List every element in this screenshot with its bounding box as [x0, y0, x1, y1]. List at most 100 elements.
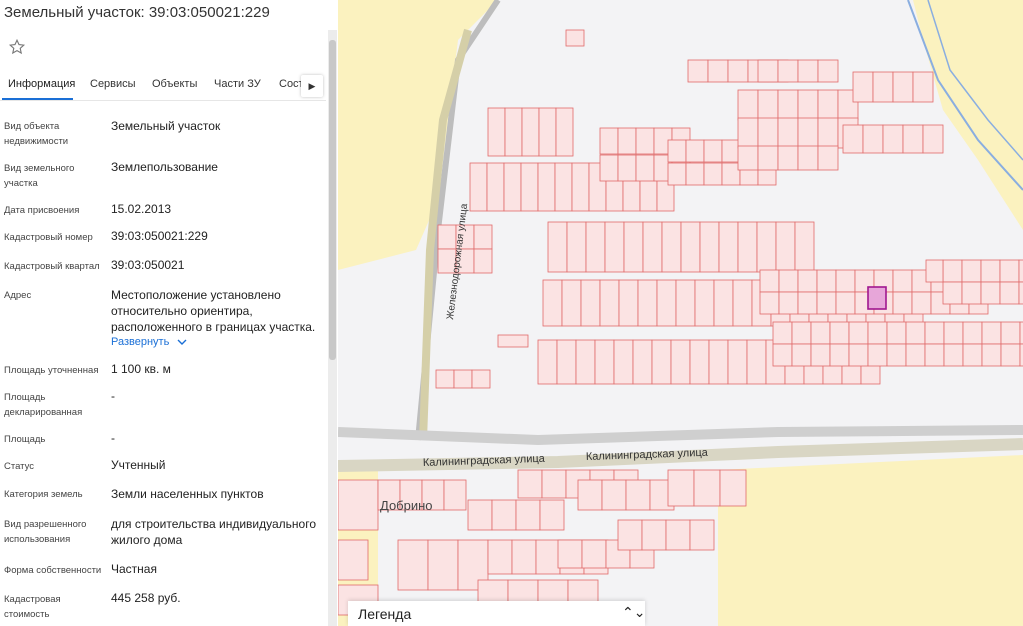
- parcel[interactable]: [487, 539, 513, 575]
- parcel[interactable]: [689, 339, 710, 385]
- parcel[interactable]: [816, 269, 837, 293]
- parcel[interactable]: [912, 71, 934, 103]
- parcel[interactable]: [816, 291, 837, 315]
- parcel[interactable]: [810, 321, 831, 345]
- parcel[interactable]: [675, 279, 696, 327]
- parcel[interactable]: [981, 321, 1002, 345]
- parcel[interactable]: [708, 339, 729, 385]
- parcel[interactable]: [777, 89, 799, 121]
- parcel[interactable]: [539, 499, 565, 531]
- parcel[interactable]: [797, 291, 818, 315]
- parcel[interactable]: [719, 469, 747, 507]
- parcel[interactable]: [892, 269, 913, 293]
- parcel[interactable]: [693, 469, 721, 507]
- parcel[interactable]: [905, 321, 926, 345]
- parcel[interactable]: [797, 269, 818, 293]
- parcel[interactable]: [943, 343, 964, 367]
- tabs-next-arrow-icon[interactable]: ▶: [301, 75, 323, 97]
- parcel[interactable]: [892, 291, 913, 315]
- star-icon[interactable]: [8, 38, 26, 56]
- parcel[interactable]: [571, 162, 590, 212]
- parcel[interactable]: [511, 539, 537, 575]
- parcel[interactable]: [886, 343, 907, 367]
- panel-scrollbar-thumb[interactable]: [329, 40, 336, 360]
- parcel[interactable]: [685, 139, 705, 163]
- parcel[interactable]: [618, 279, 639, 327]
- parcel[interactable]: [999, 281, 1020, 305]
- parcel[interactable]: [520, 162, 539, 212]
- parcel[interactable]: [670, 339, 691, 385]
- parcel[interactable]: [473, 224, 493, 250]
- parcel[interactable]: [797, 145, 819, 171]
- expand-link[interactable]: Развернуть: [111, 336, 187, 348]
- parcel[interactable]: [817, 59, 839, 83]
- parcel[interactable]: [757, 89, 779, 121]
- parcel[interactable]: [924, 321, 945, 345]
- parcel[interactable]: [942, 281, 963, 305]
- parcel[interactable]: [943, 321, 964, 345]
- parcel[interactable]: [791, 343, 812, 367]
- parcel[interactable]: [487, 107, 506, 157]
- parcel[interactable]: [962, 343, 983, 367]
- parcel[interactable]: [703, 139, 723, 163]
- parcel[interactable]: [980, 281, 1001, 305]
- parcel[interactable]: [1000, 321, 1021, 345]
- parcel[interactable]: [892, 71, 914, 103]
- parcel[interactable]: [635, 127, 655, 155]
- parcel[interactable]: [727, 339, 748, 385]
- parcel[interactable]: [797, 89, 819, 121]
- parcel[interactable]: [580, 279, 601, 327]
- parcel[interactable]: [667, 469, 695, 507]
- parcel[interactable]: [905, 343, 926, 367]
- parcel[interactable]: [772, 343, 793, 367]
- parcel[interactable]: [999, 259, 1020, 283]
- parcel[interactable]: [1018, 259, 1023, 283]
- parcel[interactable]: [797, 117, 819, 149]
- parcel[interactable]: [757, 117, 779, 149]
- map-canvas[interactable]: Калининградская улица Калининградская ул…: [338, 0, 1023, 626]
- parcel[interactable]: [581, 539, 607, 569]
- parcel[interactable]: [882, 124, 904, 154]
- parcel[interactable]: [561, 279, 582, 327]
- parcel[interactable]: [665, 519, 691, 551]
- parcel[interactable]: [537, 162, 556, 212]
- parcel[interactable]: [565, 29, 585, 47]
- parcel[interactable]: [625, 479, 651, 511]
- parcel[interactable]: [961, 281, 982, 305]
- parcel[interactable]: [886, 321, 907, 345]
- legend-bar[interactable]: Легенда ⌃⌄: [348, 601, 645, 626]
- parcel[interactable]: [637, 279, 658, 327]
- parcel[interactable]: [491, 499, 517, 531]
- parcel[interactable]: [737, 145, 759, 171]
- parcel[interactable]: [566, 221, 587, 273]
- chevron-updown-icon[interactable]: ⌃⌄: [622, 604, 645, 621]
- parcel[interactable]: [699, 221, 720, 273]
- parcel[interactable]: [777, 145, 799, 171]
- parcel[interactable]: [759, 269, 780, 293]
- parcel[interactable]: [473, 248, 493, 274]
- parcel[interactable]: [732, 279, 753, 327]
- parcel[interactable]: [517, 469, 543, 499]
- parcel[interactable]: [842, 124, 864, 154]
- parcel[interactable]: [469, 162, 488, 212]
- parcel[interactable]: [810, 343, 831, 367]
- parcel[interactable]: [556, 339, 577, 385]
- parcel[interactable]: [835, 269, 856, 293]
- parcel[interactable]: [689, 519, 715, 551]
- parcel[interactable]: [721, 139, 741, 163]
- parcel[interactable]: [794, 221, 815, 273]
- parcel[interactable]: [925, 259, 944, 283]
- parcel[interactable]: [778, 269, 799, 293]
- parcel[interactable]: [443, 479, 467, 511]
- parcel[interactable]: [713, 279, 734, 327]
- parcel[interactable]: [727, 59, 749, 83]
- parcel[interactable]: [515, 499, 541, 531]
- parcel[interactable]: [737, 117, 759, 149]
- parcel[interactable]: [848, 321, 869, 345]
- parcel[interactable]: [687, 59, 709, 83]
- parcel[interactable]: [599, 279, 620, 327]
- parcel[interactable]: [772, 321, 793, 345]
- parcel[interactable]: [538, 107, 557, 157]
- parcel[interactable]: [504, 107, 523, 157]
- parcel[interactable]: [617, 519, 643, 551]
